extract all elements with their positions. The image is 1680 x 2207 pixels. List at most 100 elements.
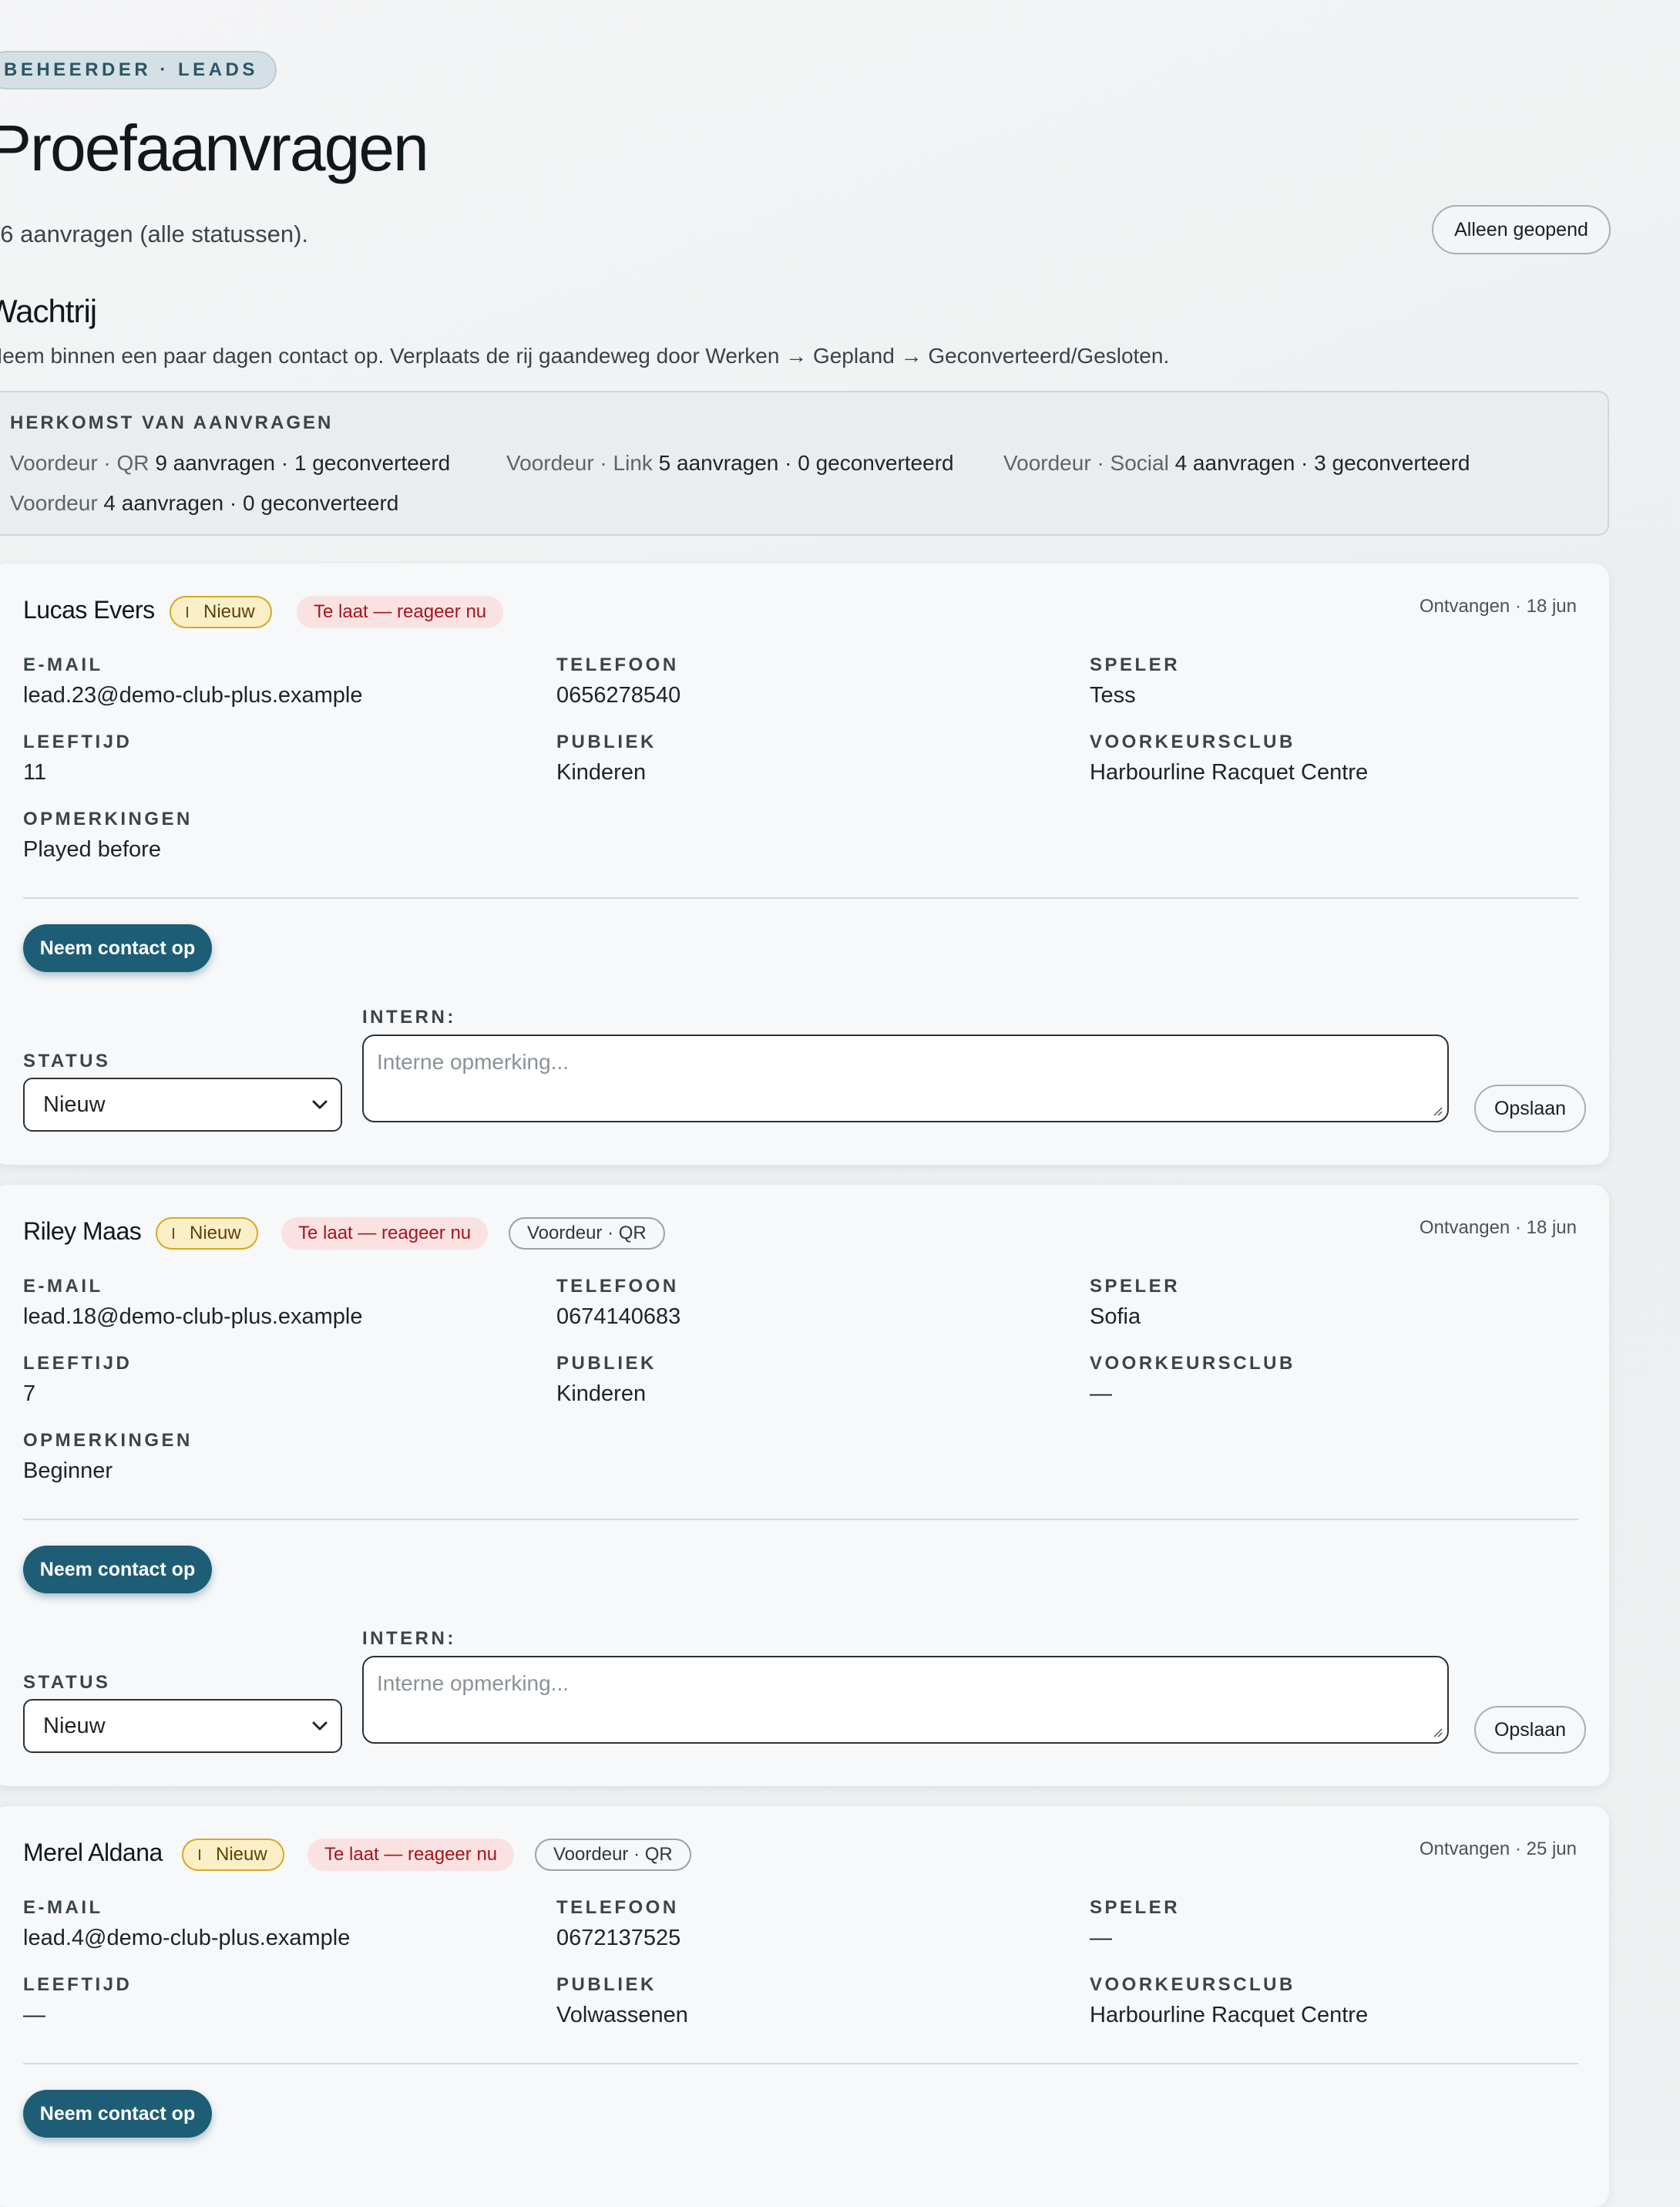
- email-value: lead.4@demo-club-plus.example: [23, 1926, 351, 1950]
- age-value: 11: [23, 760, 47, 785]
- lead-card: Merel Aldana Nieuw Te laat — reageer nu …: [0, 1806, 1609, 2207]
- status-select[interactable]: Nieuw: [23, 1078, 342, 1132]
- queue-description: Neem binnen een paar dagen contact op. V…: [0, 344, 1170, 368]
- phone-value: 0674140683: [556, 1304, 681, 1329]
- club-label: VOORKEURSCLUB: [1090, 1353, 1295, 1374]
- phone-value: 0656278540: [556, 683, 681, 708]
- audience-value: Volwassenen: [556, 2003, 688, 2027]
- badge-marker-icon: [173, 1228, 174, 1239]
- status-label: STATUS: [23, 1672, 111, 1693]
- age-value: —: [23, 2003, 45, 2027]
- audience-value: Kinderen: [556, 760, 647, 785]
- internal-note-input[interactable]: Interne opmerking...: [362, 1656, 1449, 1744]
- internal-note-input[interactable]: Interne opmerking...: [362, 1035, 1449, 1122]
- card-divider: [23, 1519, 1578, 1520]
- resize-grip-icon[interactable]: [1432, 1105, 1443, 1116]
- club-value: —: [1090, 1381, 1112, 1406]
- open-only-filter-button[interactable]: Alleen geopend: [1432, 205, 1611, 254]
- lead-card: Riley Maas Nieuw Te laat — reageer nu Vo…: [0, 1185, 1609, 1786]
- source-stats: 4 aanvragen · 0 geconverteerd: [103, 491, 399, 515]
- phone-value: 0672137525: [556, 1926, 681, 1950]
- source-item: Voordeur · QR 9 aanvragen · 1 geconverte…: [10, 451, 450, 476]
- source-stats: 9 aanvragen · 1 geconverteerd: [155, 451, 451, 475]
- source-stats: 5 aanvragen · 0 geconverteerd: [658, 451, 954, 475]
- audience-label: PUBLIEK: [556, 1353, 657, 1374]
- age-label: LEEFTIJD: [23, 1974, 133, 1995]
- status-badge: Nieuw: [182, 1839, 284, 1871]
- phone-label: TELEFOON: [556, 654, 679, 675]
- contact-button[interactable]: Neem contact op: [23, 2090, 212, 2138]
- status-badge: Nieuw: [156, 1217, 258, 1250]
- card-divider: [23, 897, 1578, 899]
- status-label: STATUS: [23, 1051, 111, 1072]
- lead-name: Merel Aldana: [23, 1839, 163, 1866]
- urgency-badge: Te laat — reageer nu: [281, 1217, 489, 1250]
- urgency-badge: Te laat — reageer nu: [297, 596, 504, 628]
- club-value: Harbourline Racquet Centre: [1090, 760, 1369, 785]
- lead-name: Riley Maas: [23, 1217, 142, 1245]
- lead-name: Lucas Evers: [23, 596, 155, 624]
- save-button[interactable]: Opslaan: [1474, 1085, 1586, 1132]
- remarks-value: Beginner: [23, 1458, 113, 1483]
- resize-grip-icon[interactable]: [1432, 1727, 1443, 1738]
- status-select[interactable]: Nieuw: [23, 1699, 342, 1753]
- player-value: —: [1090, 1926, 1112, 1950]
- source-label: Voordeur · QR: [10, 451, 150, 475]
- player-value: Tess: [1090, 683, 1136, 708]
- player-label: SPELER: [1090, 1276, 1181, 1297]
- source-badge: Voordeur · QR: [509, 1217, 665, 1250]
- audience-label: PUBLIEK: [556, 1974, 657, 1995]
- source-item: Voordeur 4 aanvragen · 0 geconverteerd: [10, 491, 398, 516]
- chevron-down-icon: [312, 1721, 328, 1731]
- received-date: Ontvangen · 25 jun: [1419, 1839, 1577, 1859]
- internal-label: INTERN:: [362, 1628, 456, 1649]
- received-date: Ontvangen · 18 jun: [1419, 1217, 1577, 1238]
- badge-marker-icon: [199, 1849, 200, 1860]
- audience-value: Kinderen: [556, 1381, 647, 1406]
- contact-button[interactable]: Neem contact op: [23, 1546, 212, 1593]
- queue-title: Wachtrij: [0, 293, 97, 329]
- source-label: Voordeur · Link: [506, 451, 653, 475]
- remarks-value: Played before: [23, 837, 161, 862]
- status-badge: Nieuw: [170, 596, 272, 628]
- age-label: LEEFTIJD: [23, 1353, 133, 1374]
- chevron-down-icon: [312, 1100, 328, 1109]
- player-label: SPELER: [1090, 1897, 1181, 1918]
- contact-button[interactable]: Neem contact op: [23, 924, 212, 972]
- club-label: VOORKEURSCLUB: [1090, 1974, 1295, 1995]
- email-value: lead.18@demo-club-plus.example: [23, 1304, 363, 1329]
- source-item: Voordeur · Link 5 aanvragen · 0 geconver…: [506, 451, 954, 476]
- email-value: lead.23@demo-club-plus.example: [23, 683, 363, 708]
- save-button[interactable]: Opslaan: [1474, 1706, 1586, 1754]
- received-date: Ontvangen · 18 jun: [1419, 596, 1577, 617]
- audience-label: PUBLIEK: [556, 732, 657, 752]
- internal-label: INTERN:: [362, 1007, 456, 1028]
- urgency-badge: Te laat — reageer nu: [307, 1839, 515, 1871]
- source-label: Voordeur: [10, 491, 98, 515]
- badge-marker-icon: [186, 607, 188, 617]
- phone-label: TELEFOON: [556, 1897, 679, 1918]
- club-label: VOORKEURSCLUB: [1090, 732, 1295, 752]
- remarks-label: OPMERKINGEN: [23, 809, 193, 829]
- sources-title: HERKOMST VAN AANVRAGEN: [10, 412, 334, 433]
- source-stats: 4 aanvragen · 3 geconverteerd: [1174, 451, 1470, 475]
- source-label: Voordeur · Social: [1003, 451, 1169, 475]
- lead-card: Lucas Evers Nieuw Te laat — reageer nu O…: [0, 564, 1609, 1165]
- club-value: Harbourline Racquet Centre: [1090, 2003, 1369, 2027]
- source-badge: Voordeur · QR: [535, 1839, 691, 1871]
- page-title: Proefaanvragen: [0, 112, 429, 184]
- email-label: E-MAIL: [23, 1276, 103, 1297]
- age-label: LEEFTIJD: [23, 732, 133, 752]
- player-label: SPELER: [1090, 654, 1181, 675]
- age-value: 7: [23, 1381, 36, 1406]
- source-item: Voordeur · Social 4 aanvragen · 3 geconv…: [1003, 451, 1470, 476]
- phone-label: TELEFOON: [556, 1276, 679, 1297]
- card-divider: [23, 2063, 1578, 2064]
- player-value: Sofia: [1090, 1304, 1141, 1329]
- remarks-label: OPMERKINGEN: [23, 1430, 193, 1451]
- request-count: 26 aanvragen (alle statussen).: [0, 220, 309, 247]
- email-label: E-MAIL: [23, 654, 103, 675]
- request-sources-panel: HERKOMST VAN AANVRAGEN Voordeur · QR 9 a…: [0, 391, 1609, 536]
- page-eyebrow: BEHEERDER · LEADS: [0, 51, 277, 89]
- email-label: E-MAIL: [23, 1897, 103, 1918]
